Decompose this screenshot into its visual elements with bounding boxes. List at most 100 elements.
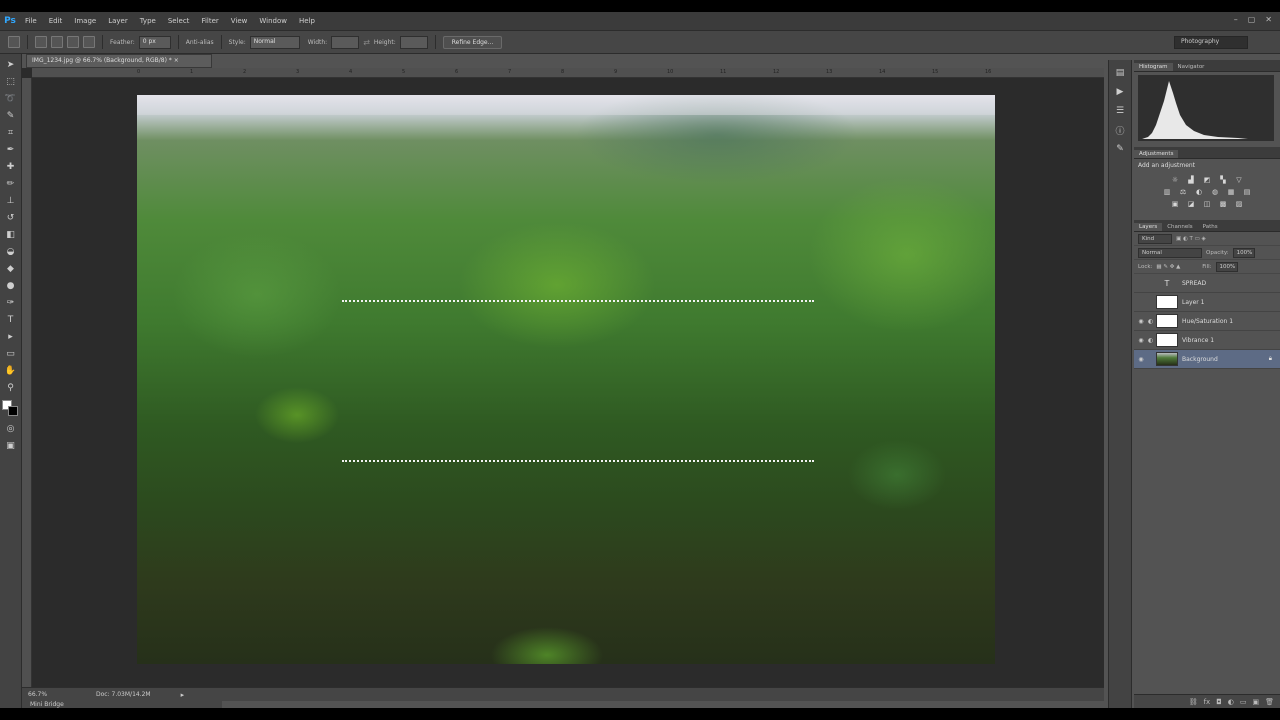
eraser-icon[interactable]: ◧ bbox=[5, 229, 17, 241]
layer-style-icon[interactable]: fx bbox=[1204, 698, 1211, 706]
clone-stamp-icon[interactable]: ⊥ bbox=[5, 195, 17, 207]
ruler-vertical[interactable] bbox=[22, 78, 32, 687]
menu-window[interactable]: Window bbox=[253, 17, 293, 25]
document-image[interactable] bbox=[137, 95, 995, 664]
canvas-area[interactable]: 0 1 2 3 4 5 6 7 8 9 10 11 12 13 14 15 16 bbox=[22, 68, 1104, 687]
info-panel-icon[interactable]: ⓘ bbox=[1114, 124, 1126, 137]
layer-row[interactable]: ◉ ◐ Vibrance 1 bbox=[1134, 331, 1280, 350]
opacity-input[interactable]: 100% bbox=[1232, 247, 1255, 258]
type-tool-icon[interactable]: T bbox=[5, 314, 17, 326]
menu-type[interactable]: Type bbox=[134, 17, 162, 25]
antialias-checkbox[interactable]: Anti-alias bbox=[186, 39, 214, 46]
menu-filter[interactable]: Filter bbox=[195, 17, 224, 25]
restore-icon[interactable]: ▢ bbox=[1248, 15, 1256, 24]
vibrance-adjustment-icon[interactable]: ▽ bbox=[1234, 175, 1244, 184]
curves-adjustment-icon[interactable]: ◩ bbox=[1202, 175, 1212, 184]
tab-layers[interactable]: Layers bbox=[1134, 223, 1163, 231]
kind-filter-select[interactable]: Kind bbox=[1138, 233, 1172, 244]
paint-bucket-icon[interactable]: ◒ bbox=[5, 246, 17, 258]
zoom-tool-icon[interactable]: ⚲ bbox=[5, 382, 17, 394]
history-panel-icon[interactable]: ▤ bbox=[1114, 67, 1126, 79]
add-to-selection-icon[interactable] bbox=[51, 36, 63, 48]
properties-panel-icon[interactable]: ☰ bbox=[1114, 105, 1126, 117]
hue-saturation-adjustment-icon[interactable]: ▥ bbox=[1162, 187, 1172, 196]
layer-row-selected[interactable]: ◉ Background 🔒︎ bbox=[1134, 350, 1280, 369]
brightness-adjustment-icon[interactable]: ☼ bbox=[1170, 175, 1180, 184]
healing-brush-icon[interactable]: ✚ bbox=[5, 161, 17, 173]
tab-navigator[interactable]: Navigator bbox=[1173, 63, 1210, 71]
eyedropper-icon[interactable]: ✒ bbox=[5, 144, 17, 156]
blur-tool-icon[interactable]: ◆ bbox=[5, 263, 17, 275]
lasso-tool-icon[interactable]: ➰ bbox=[5, 93, 17, 105]
document-tab[interactable]: IMG_1234.jpg @ 66.7% (Background, RGB/8)… bbox=[26, 54, 212, 68]
new-layer-icon[interactable]: ▣ bbox=[1252, 698, 1259, 706]
posterize-adjustment-icon[interactable]: ◪ bbox=[1186, 199, 1196, 208]
add-mask-icon[interactable]: ◘ bbox=[1216, 698, 1222, 706]
link-layers-icon[interactable]: ⛓ bbox=[1189, 698, 1198, 706]
eye-icon[interactable]: ◉ bbox=[1134, 337, 1148, 344]
height-input[interactable] bbox=[399, 35, 428, 49]
rectangle-shape-icon[interactable]: ▭ bbox=[5, 348, 17, 360]
new-selection-icon[interactable] bbox=[35, 36, 47, 48]
tab-channels[interactable]: Channels bbox=[1162, 223, 1197, 231]
background-color[interactable] bbox=[8, 406, 18, 416]
actions-panel-icon[interactable]: ▶ bbox=[1114, 86, 1126, 98]
refine-edge-button[interactable]: Refine Edge... bbox=[442, 35, 503, 49]
minimize-icon[interactable]: – bbox=[1234, 15, 1238, 24]
lock-icons[interactable]: ▦ ✎ ✥ ▲ bbox=[1156, 264, 1180, 270]
subtract-from-selection-icon[interactable] bbox=[67, 36, 79, 48]
screen-mode-icon[interactable]: ▣ bbox=[5, 440, 17, 452]
photo-filter-adjustment-icon[interactable]: ◍ bbox=[1210, 187, 1220, 196]
black-white-adjustment-icon[interactable]: ◐ bbox=[1194, 187, 1204, 196]
menu-image[interactable]: Image bbox=[68, 17, 102, 25]
close-icon[interactable]: ✕ bbox=[1265, 15, 1272, 24]
channel-mixer-adjustment-icon[interactable]: ▦ bbox=[1226, 187, 1236, 196]
history-brush-icon[interactable]: ↺ bbox=[5, 212, 17, 224]
width-input[interactable] bbox=[331, 35, 360, 49]
swap-icon[interactable]: ⇄ bbox=[363, 38, 370, 47]
crop-tool-icon[interactable]: ⌗ bbox=[5, 127, 17, 139]
status-arrow-icon[interactable]: ▸ bbox=[181, 691, 185, 699]
blend-mode-select[interactable]: Normal bbox=[1138, 247, 1202, 258]
menu-select[interactable]: Select bbox=[162, 17, 196, 25]
delete-layer-icon[interactable]: 🗑︎ bbox=[1265, 698, 1274, 706]
intersect-selection-icon[interactable] bbox=[83, 36, 95, 48]
workspace-select[interactable]: Photography bbox=[1174, 36, 1248, 49]
layer-row[interactable]: T SPREAD bbox=[1134, 274, 1280, 293]
eye-icon[interactable]: ◉ bbox=[1134, 356, 1148, 363]
new-adjustment-icon[interactable]: ◐ bbox=[1228, 698, 1234, 706]
quick-mask-icon[interactable]: ◎ bbox=[5, 423, 17, 435]
filter-icons[interactable]: ▣ ◐ T ▭ ◈ bbox=[1176, 236, 1206, 242]
dodge-tool-icon[interactable]: ● bbox=[5, 280, 17, 292]
eye-icon[interactable]: ◉ bbox=[1134, 318, 1148, 325]
color-swatches[interactable] bbox=[2, 400, 20, 418]
hand-tool-icon[interactable]: ✋ bbox=[5, 365, 17, 377]
tab-adjustments[interactable]: Adjustments bbox=[1134, 150, 1179, 158]
document-info[interactable]: Doc: 7.03M/14.2M bbox=[96, 691, 151, 698]
ruler-horizontal[interactable]: 0 1 2 3 4 5 6 7 8 9 10 11 12 13 14 15 16 bbox=[32, 68, 1104, 78]
menu-help[interactable]: Help bbox=[293, 17, 321, 25]
brush-panel-icon[interactable]: ✎ bbox=[1114, 143, 1126, 155]
style-select[interactable]: Normal bbox=[249, 35, 300, 49]
color-lookup-adjustment-icon[interactable]: ▤ bbox=[1242, 187, 1252, 196]
pen-tool-icon[interactable]: ✑ bbox=[5, 297, 17, 309]
menu-layer[interactable]: Layer bbox=[102, 17, 134, 25]
menu-view[interactable]: View bbox=[225, 17, 254, 25]
quick-selection-icon[interactable]: ✎ bbox=[5, 110, 17, 122]
layer-row[interactable]: Layer 1 bbox=[1134, 293, 1280, 312]
levels-adjustment-icon[interactable]: ▟ bbox=[1186, 175, 1196, 184]
brush-tool-icon[interactable]: ✏ bbox=[5, 178, 17, 190]
marquee-tool-preset-icon[interactable] bbox=[8, 36, 20, 48]
path-selection-icon[interactable]: ▸ bbox=[5, 331, 17, 343]
rectangular-marquee-icon[interactable]: ⬚ bbox=[5, 76, 17, 88]
threshold-adjustment-icon[interactable]: ◫ bbox=[1202, 199, 1212, 208]
move-tool-icon[interactable]: ➤ bbox=[5, 59, 17, 71]
feather-input[interactable]: 0 px bbox=[138, 35, 171, 49]
zoom-level[interactable]: 66.7% bbox=[22, 691, 50, 698]
exposure-adjustment-icon[interactable]: ▚ bbox=[1218, 175, 1228, 184]
new-group-icon[interactable]: ▭ bbox=[1240, 698, 1247, 706]
gradient-map-adjustment-icon[interactable]: ▨ bbox=[1234, 199, 1244, 208]
menu-edit[interactable]: Edit bbox=[43, 17, 69, 25]
tab-paths[interactable]: Paths bbox=[1198, 223, 1223, 231]
color-balance-adjustment-icon[interactable]: ⚖ bbox=[1178, 187, 1188, 196]
